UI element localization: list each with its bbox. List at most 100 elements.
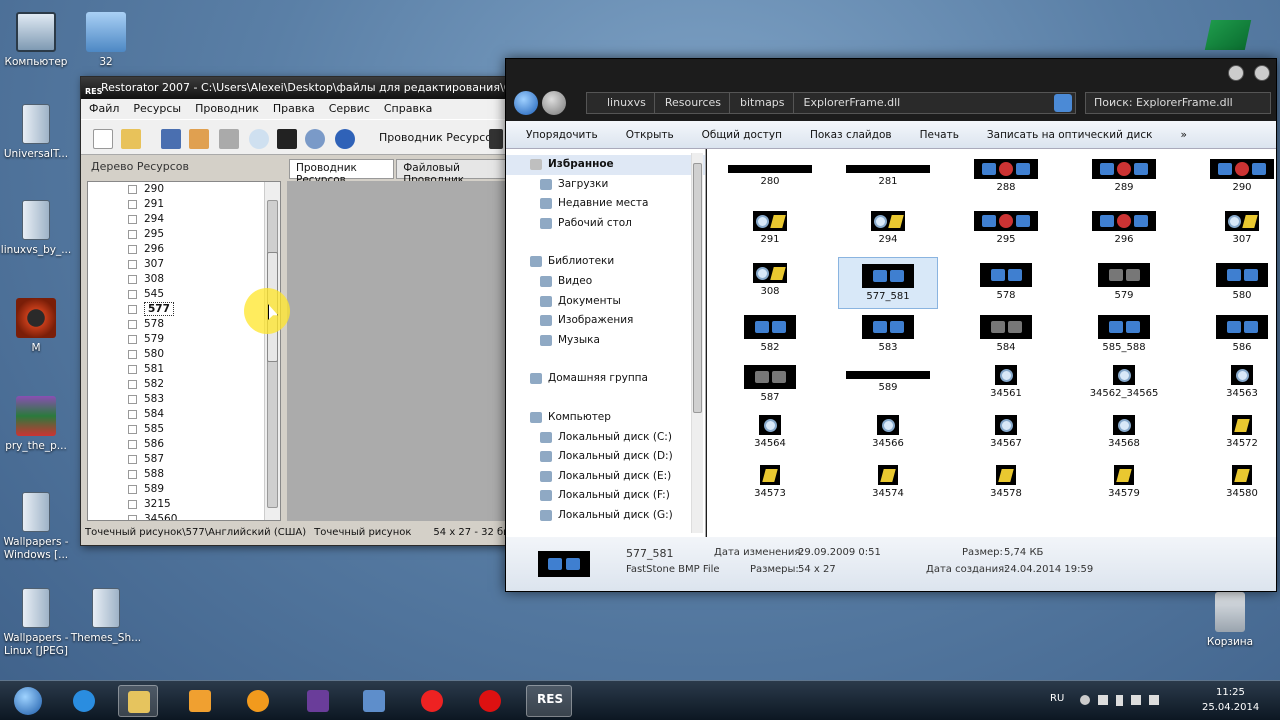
tree-item[interactable]: 296 (88, 242, 280, 257)
language-indicator[interactable]: RU (1050, 693, 1064, 704)
menu-help[interactable]: Справка (384, 99, 432, 119)
taskbar-opera[interactable] (470, 685, 510, 717)
expand-box-icon[interactable] (128, 500, 137, 509)
desktop-icon-computer[interactable]: Компьютер (0, 12, 74, 69)
expand-box-icon[interactable] (128, 455, 137, 464)
file-item[interactable]: 288 (956, 153, 1056, 205)
minimize-button[interactable] (1228, 65, 1244, 81)
forward-button[interactable] (542, 91, 566, 115)
tree-item[interactable]: 295 (88, 227, 280, 242)
expand-box-icon[interactable] (128, 260, 137, 269)
print-button[interactable]: Печать (920, 129, 959, 141)
nav-recent[interactable]: Недавние места (506, 194, 705, 214)
expand-box-icon[interactable] (128, 485, 137, 494)
desktop-icon-wallpapers-linux[interactable]: Wallpapers - Linux [JPEG] (0, 588, 74, 658)
file-item[interactable]: 582 (720, 309, 820, 361)
file-item[interactable]: 34561 (956, 359, 1056, 411)
taskbar-video-editor[interactable] (298, 685, 338, 717)
tree-item[interactable]: 291 (88, 197, 280, 212)
expand-box-icon[interactable] (128, 215, 137, 224)
back-button[interactable] (514, 91, 538, 115)
tree-item[interactable]: 583 (88, 392, 280, 407)
clock-time[interactable]: 11:25 (1216, 687, 1245, 698)
expand-box-icon[interactable] (128, 440, 137, 449)
expand-box-icon[interactable] (128, 350, 137, 359)
expand-box-icon[interactable] (128, 365, 137, 374)
tree-item[interactable]: 34560 (88, 512, 280, 520)
expand-box-icon[interactable] (128, 305, 137, 314)
nav-favorites[interactable]: Избранное (506, 155, 705, 175)
expand-box-icon[interactable] (128, 290, 137, 299)
slideshow-button[interactable]: Показ слайдов (810, 129, 892, 141)
tree-item[interactable]: 581 (88, 362, 280, 377)
desktop-icon-m[interactable]: M (0, 298, 74, 355)
new-file-icon[interactable] (93, 129, 113, 149)
disabled-tool-icon[interactable] (219, 129, 239, 149)
expand-box-icon[interactable] (128, 470, 137, 479)
tree-item[interactable]: 294 (88, 212, 280, 227)
file-item[interactable]: 34579 (1074, 459, 1174, 511)
expand-box-icon[interactable] (128, 200, 137, 209)
tray-app-icon[interactable] (1080, 695, 1090, 705)
desktop-icon-linuxvs[interactable]: linuxvs_by_... (0, 200, 74, 257)
tree-item[interactable]: 587 (88, 452, 280, 467)
nav-computer[interactable]: Компьютер (506, 408, 705, 428)
network-icon[interactable] (1131, 695, 1141, 705)
breadcrumb[interactable]: linuxvs Resources bitmaps ExplorerFrame.… (586, 92, 1076, 114)
file-item[interactable]: 296 (1074, 205, 1174, 257)
file-item[interactable]: 580 (1192, 257, 1276, 309)
taskbar-media-player[interactable] (180, 685, 220, 717)
file-item[interactable]: 584 (956, 309, 1056, 361)
tree-item[interactable]: 3215 (88, 497, 280, 512)
close-file-icon[interactable] (189, 129, 209, 149)
tree-item[interactable]: 584 (88, 407, 280, 422)
desktop-icon-folder-32[interactable]: 32 (68, 12, 144, 69)
breadcrumb-resources[interactable]: Resources (665, 93, 730, 113)
volume-icon[interactable] (1149, 695, 1159, 705)
tree-item[interactable]: 308 (88, 272, 280, 287)
breadcrumb-linuxvs[interactable]: linuxvs (607, 93, 655, 113)
desktop-icon-universal[interactable]: UniversalT... (0, 104, 74, 161)
expand-box-icon[interactable] (128, 395, 137, 404)
tree-item[interactable]: 588 (88, 467, 280, 482)
file-item[interactable]: 280 (720, 153, 820, 205)
file-item[interactable]: 307 (1192, 205, 1276, 257)
file-item[interactable]: 578 (956, 257, 1056, 309)
restorator-titlebar[interactable]: RES Restorator 2007 - C:\Users\Alexei\De… (81, 77, 509, 99)
file-item[interactable]: 289 (1074, 153, 1174, 205)
file-item[interactable]: 281 (838, 153, 938, 205)
file-item[interactable]: 308 (720, 257, 820, 309)
nav-drive-f[interactable]: Локальный диск (F:) (506, 486, 705, 506)
file-item[interactable]: 295 (956, 205, 1056, 257)
save-icon[interactable] (161, 129, 181, 149)
expand-box-icon[interactable] (128, 185, 137, 194)
battery-icon[interactable] (1116, 695, 1123, 706)
taskbar-yandex-browser[interactable] (412, 685, 452, 717)
nav-drive-d[interactable]: Локальный диск (D:) (506, 447, 705, 467)
find-icon[interactable] (249, 129, 269, 149)
desktop-icon-themes[interactable]: Themes_Sh... (68, 588, 144, 645)
taskbar-blue-app[interactable] (354, 685, 394, 717)
clock-date[interactable]: 25.04.2014 (1202, 702, 1259, 713)
tree-item[interactable]: 579 (88, 332, 280, 347)
file-item[interactable]: 587 (720, 359, 820, 411)
resource-tree[interactable]: 290 291 294 295 296 307 308 545 577 578 579 580 581 5… (87, 181, 281, 521)
search-input[interactable]: Поиск: ExplorerFrame.dll (1085, 92, 1271, 114)
expand-box-icon[interactable] (128, 515, 137, 520)
taskbar-file-explorer[interactable] (118, 685, 158, 717)
file-item[interactable]: 34563 (1192, 359, 1276, 411)
settings-icon[interactable] (305, 129, 325, 149)
nav-scroll-thumb[interactable] (693, 163, 702, 413)
file-item[interactable]: 34568 (1074, 409, 1174, 461)
tree-item[interactable]: 589 (88, 482, 280, 497)
share-button[interactable]: Общий доступ (702, 129, 782, 141)
expand-box-icon[interactable] (128, 425, 137, 434)
file-item[interactable]: 34566 (838, 409, 938, 461)
tree-item[interactable]: 586 (88, 437, 280, 452)
file-item[interactable]: 34574 (838, 459, 938, 511)
desktop-icon-pry[interactable]: pry_the_p... (0, 396, 74, 453)
more-commands-button[interactable]: » (1180, 129, 1186, 141)
nav-drive-e[interactable]: Локальный диск (E:) (506, 467, 705, 487)
file-item[interactable]: 34562_34565 (1074, 359, 1174, 411)
tree-item[interactable]: 290 (88, 182, 280, 197)
